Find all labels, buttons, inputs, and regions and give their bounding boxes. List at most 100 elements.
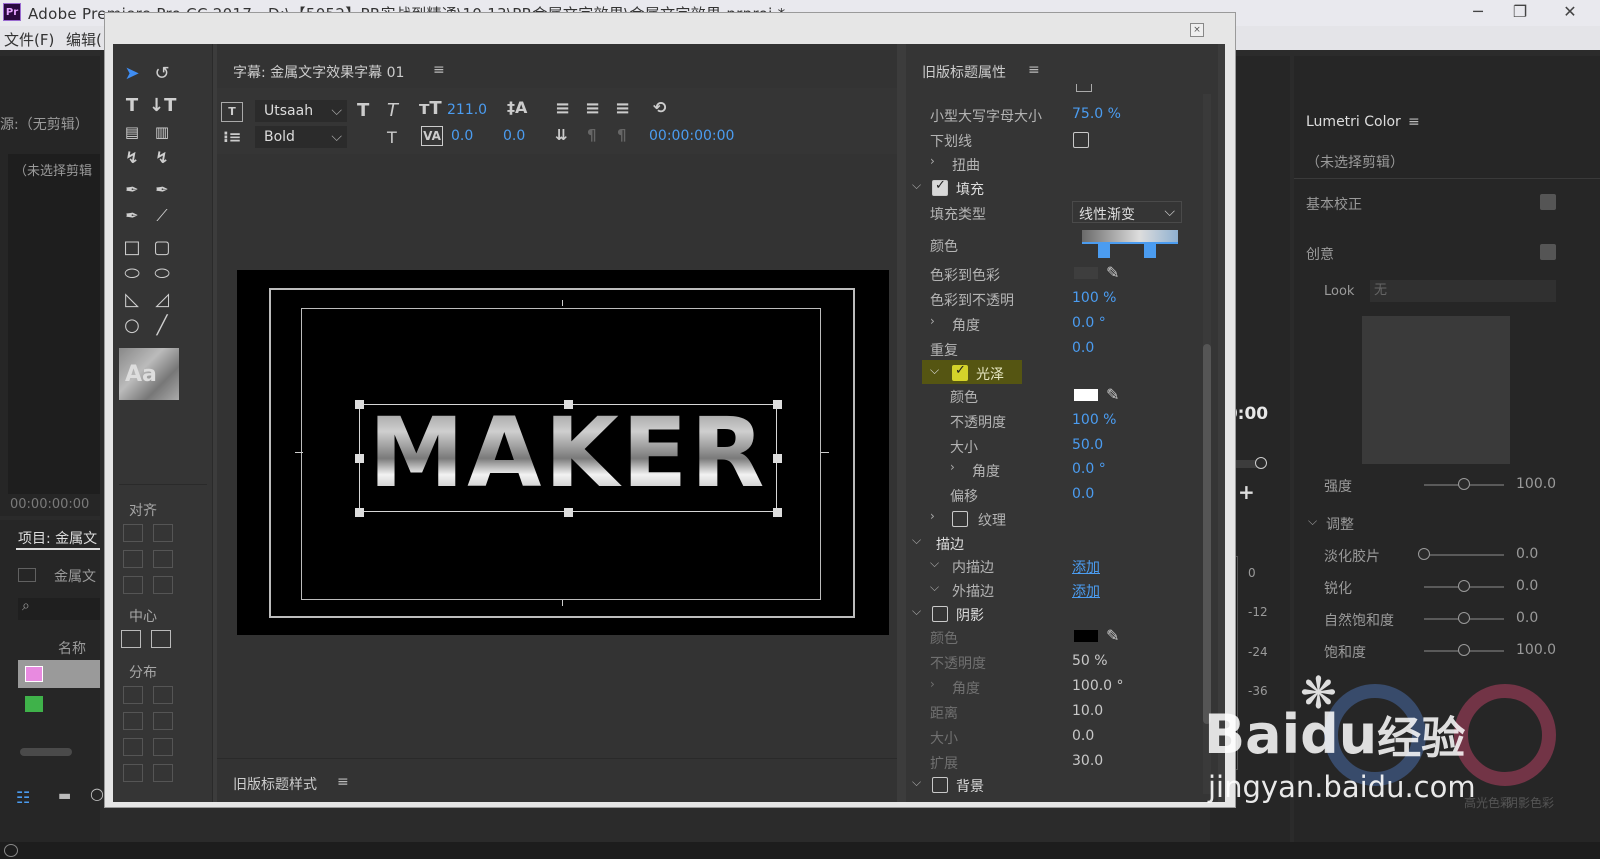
clipped-rectangle-tool-icon[interactable]: ⬭ xyxy=(119,262,145,286)
search-icon[interactable]: ⌕ xyxy=(22,598,30,614)
background-timecode[interactable]: 00:00:00:00 xyxy=(649,128,734,144)
text-bounding-box[interactable]: MAKER xyxy=(355,399,782,517)
texture-checkbox[interactable] xyxy=(952,511,968,527)
underline-checkbox[interactable] xyxy=(1073,132,1089,148)
restore-button[interactable]: ❐ xyxy=(1502,0,1538,26)
basic-enable-checkbox[interactable] xyxy=(1540,194,1556,210)
sheen-color-swatch[interactable] xyxy=(1074,389,1098,401)
add-outer-stroke-link[interactable]: 添加 xyxy=(1072,581,1100,601)
minimize-button[interactable]: ─ xyxy=(1460,0,1496,26)
center-horizontal-icon[interactable] xyxy=(121,630,141,648)
fill-type-dropdown[interactable]: 线性渐变 ⌵ xyxy=(1072,201,1182,223)
kerning-value[interactable]: 0.0 xyxy=(451,128,473,144)
expand-chevron-icon[interactable]: › xyxy=(950,460,955,474)
lumetri-slider-value[interactable]: 0.0 xyxy=(1516,578,1538,594)
collapse-chevron-icon[interactable]: ⌵ xyxy=(912,178,921,193)
creative-header[interactable]: 创意 xyxy=(1306,244,1334,264)
distribute-top-icon[interactable] xyxy=(153,686,173,704)
collapse-chevron-icon[interactable]: ⌵ xyxy=(912,533,921,548)
area-type-tool-icon[interactable]: ▤ xyxy=(119,120,145,144)
lumetri-slider-knob[interactable] xyxy=(1458,612,1470,624)
align-right-text-icon[interactable]: ≡ xyxy=(615,98,630,119)
align-center-text-icon[interactable]: ≡ xyxy=(585,98,600,119)
look-dropdown[interactable]: 无 xyxy=(1370,280,1556,302)
align-center-v-icon[interactable] xyxy=(153,550,173,568)
vertical-type-tool-icon[interactable]: ↓T xyxy=(149,94,176,118)
pen-tool-icon[interactable]: ✒ xyxy=(119,178,145,202)
italic-icon[interactable]: T xyxy=(387,100,398,121)
expand-chevron-icon[interactable]: › xyxy=(930,509,935,523)
expand-chevron-icon[interactable]: › xyxy=(930,677,935,691)
close-window-button[interactable]: ✕ xyxy=(1552,0,1588,26)
basic-correction-header[interactable]: 基本校正 xyxy=(1306,194,1362,214)
leading-value[interactable]: 0.0 xyxy=(503,128,525,144)
paragraph-rtl-icon[interactable]: ¶ xyxy=(617,126,627,144)
lumetri-slider-value[interactable]: 0.0 xyxy=(1516,610,1538,626)
collapse-chevron-icon[interactable]: ⌵ xyxy=(930,580,939,595)
align-center-h-icon[interactable] xyxy=(123,550,143,568)
lumetri-slider-knob[interactable] xyxy=(1458,644,1470,656)
rounded-rectangle-tool-icon[interactable]: ▢ xyxy=(149,236,175,260)
project-tab[interactable]: 项目: 金属文 xyxy=(18,528,97,548)
delete-anchor-tool-icon[interactable]: ✒ xyxy=(149,178,175,202)
font-style-dropdown[interactable]: Bold ⌵ xyxy=(255,126,347,148)
background-checkbox[interactable] xyxy=(932,777,948,793)
add-button[interactable]: + xyxy=(1238,480,1255,504)
gradient-stop-left[interactable] xyxy=(1098,244,1110,258)
distribute-center-h-icon[interactable] xyxy=(123,712,143,730)
gradient-stop-right[interactable] xyxy=(1144,244,1156,258)
collapse-chevron-icon[interactable]: ⌵ xyxy=(930,556,939,571)
line-tool-icon[interactable]: ╱ xyxy=(149,314,175,338)
aspect-icon[interactable]: ‡A xyxy=(507,98,527,117)
tab-stops-icon[interactable]: ⇊ xyxy=(555,126,568,144)
rounded-corner-tool-icon[interactable]: ⬭ xyxy=(149,262,175,286)
title-canvas[interactable]: MAKER xyxy=(237,270,889,635)
vertical-area-type-tool-icon[interactable]: ▥ xyxy=(149,120,175,144)
menu-edit[interactable]: 编辑( xyxy=(66,29,102,50)
panel-menu-icon[interactable]: ≡ xyxy=(1028,62,1040,78)
creative-enable-checkbox[interactable] xyxy=(1540,244,1556,260)
collapse-chevron-icon[interactable]: ⌵ xyxy=(930,363,939,378)
collapse-chevron-icon[interactable]: ⌵ xyxy=(912,604,921,619)
playhead-knob[interactable] xyxy=(1255,457,1267,469)
color-stop-swatch[interactable] xyxy=(1074,267,1098,279)
font-family-dropdown[interactable]: Utsaah ⌵ xyxy=(255,100,347,122)
lumetri-slider-knob[interactable] xyxy=(1418,548,1430,560)
distribute-v-even-icon[interactable] xyxy=(153,764,173,782)
panel-menu-icon[interactable]: ≡ xyxy=(433,62,445,78)
underline-text-icon[interactable]: T xyxy=(387,128,397,147)
distribute-left-icon[interactable] xyxy=(123,686,143,704)
paragraph-ltr-icon[interactable]: ¶ xyxy=(587,126,597,144)
type-tool-icon[interactable]: T xyxy=(119,94,145,118)
fill-checkbox[interactable] xyxy=(932,178,948,196)
ellipse-tool-icon[interactable]: ○ xyxy=(119,314,145,338)
zoom-icon[interactable]: ○ xyxy=(90,784,104,803)
path-type-tool-icon[interactable]: ↯ xyxy=(119,146,145,170)
dialog-close-button[interactable]: × xyxy=(1190,23,1204,37)
prop-distort[interactable]: › 扭曲 xyxy=(906,151,1206,175)
sync-icon[interactable] xyxy=(4,844,18,857)
distribute-h-even-icon[interactable] xyxy=(123,764,143,782)
convert-anchor-tool-icon[interactable]: ⟋ xyxy=(149,204,175,228)
menu-file[interactable]: 文件(F) xyxy=(4,29,54,50)
intensity-slider[interactable] xyxy=(1458,478,1470,490)
add-anchor-tool-icon[interactable]: ✒ xyxy=(119,204,145,228)
name-column-header[interactable]: 名称 xyxy=(58,638,86,658)
project-folder-item[interactable]: 金属文 xyxy=(54,566,96,586)
eyedropper-icon[interactable]: ✎ xyxy=(1106,626,1119,645)
adjust-header[interactable]: 调整 xyxy=(1326,514,1354,534)
lumetri-slider-value[interactable]: 0.0 xyxy=(1516,546,1538,562)
add-inner-stroke-link[interactable]: 添加 xyxy=(1072,557,1100,577)
align-left-icon[interactable] xyxy=(123,524,143,542)
align-top-icon[interactable] xyxy=(153,524,173,542)
gradient-ramp[interactable] xyxy=(1082,230,1178,244)
expand-chevron-icon[interactable]: › xyxy=(930,314,935,328)
list-view-icon[interactable]: ☷ xyxy=(16,788,30,807)
rectangle-tool-icon[interactable]: □ xyxy=(119,236,145,260)
adjust-chevron-icon[interactable]: ⌵ xyxy=(1308,514,1317,529)
align-right-icon[interactable] xyxy=(123,576,143,594)
distribute-right-icon[interactable] xyxy=(123,738,143,756)
font-size-value[interactable]: 211.0 xyxy=(447,102,487,118)
center-vertical-icon[interactable] xyxy=(151,630,171,648)
title-styles-tab[interactable]: 旧版标题样式 xyxy=(233,774,317,794)
